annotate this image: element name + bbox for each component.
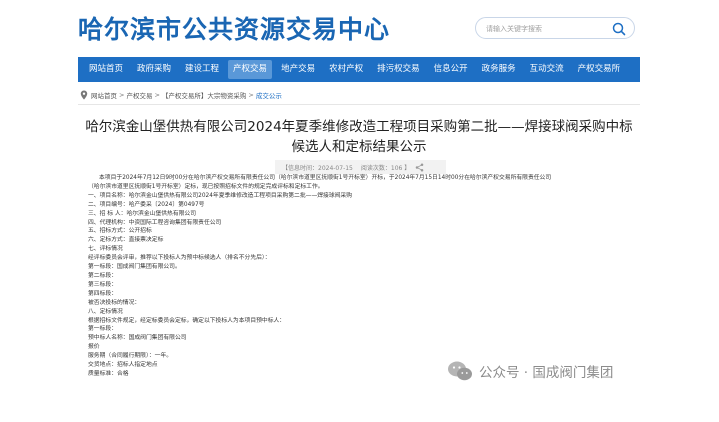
breadcrumb-bulk-procurement[interactable]: 【产权交易所】大宗物资采购 bbox=[162, 90, 247, 100]
article-line: 第一标段：国成阀门集团有限公司。 bbox=[88, 264, 181, 271]
nav-item-property-trading[interactable]: 产权交易 bbox=[228, 60, 273, 79]
main-nav: 网站首页 政府采购 建设工程 产权交易 地产交易 农村产权 排污权交易 信息公开… bbox=[78, 57, 640, 82]
site-title[interactable]: 哈尔滨市公共资源交易中心 bbox=[78, 10, 390, 46]
nav-item-land-trading[interactable]: 地产交易 bbox=[276, 60, 320, 79]
breadcrumb-separator: > bbox=[119, 91, 125, 99]
article-line: 三、招 标 人：哈尔滨金山堡供热有限公司 bbox=[88, 210, 197, 217]
article-line: 一、项目名称：哈尔滨金山堡供热有限公司2024年夏季维修改造工程项目采购第二批—… bbox=[88, 192, 353, 199]
article-line: （哈尔滨市道里区抚顺街1号开标室）定标，现已按照招标文件的规定完成评标和定标工作… bbox=[88, 183, 324, 190]
nav-item-construction[interactable]: 建设工程 bbox=[180, 60, 224, 79]
watermark-text: 公众号 · 国成阀门集团 bbox=[479, 365, 614, 381]
article-line: 根据招标文件规定，经定标委员会定标，确定以下投标人为本项目预中标人： bbox=[88, 317, 286, 324]
article-body: 本项目于2024年7月12日9时00分在哈尔滨产权交易所有限责任公司（哈尔滨市道… bbox=[88, 174, 638, 379]
nav-item-emission-trading[interactable]: 排污权交易 bbox=[372, 60, 425, 79]
article-line: 被否决投标的情况： bbox=[88, 299, 141, 306]
nav-item-rural-property[interactable]: 农村产权 bbox=[324, 60, 368, 79]
article-line: 八、定标情况 bbox=[88, 308, 123, 315]
breadcrumb-separator: > bbox=[248, 91, 254, 99]
article-line: 第三标段： bbox=[88, 281, 117, 288]
breadcrumb-home[interactable]: 网站首页 bbox=[91, 90, 117, 100]
article-meta: 【信息时间：2024-07-15 阅读次数：106 】 bbox=[275, 160, 446, 174]
article-line: 第二标段： bbox=[88, 272, 117, 279]
search-box bbox=[475, 17, 635, 39]
article-line: 七、评标情况 bbox=[88, 246, 123, 253]
article-line: 五、招标方式：公开招标 bbox=[88, 228, 152, 235]
nav-item-property-exchange[interactable]: 产权交易所 bbox=[573, 60, 626, 79]
publish-date: 【信息时间：2024-07-15 bbox=[282, 164, 353, 172]
article-line: 本项目于2024年7月12日9时00分在哈尔滨产权交易所有限责任公司（哈尔滨市道… bbox=[99, 175, 552, 181]
article-line: 第四标段： bbox=[88, 290, 117, 297]
breadcrumb-current[interactable]: 成交公示 bbox=[256, 90, 282, 100]
share-icon[interactable] bbox=[415, 163, 424, 172]
breadcrumb: 网站首页 > 产权交易 > 【产权交易所】大宗物资采购 > 成交公示 bbox=[80, 89, 282, 101]
article-title-line-2: 候选人和定标结果公示 bbox=[291, 139, 427, 155]
article-line: 二、项目编号：哈产委采〔2024〕第0497号 bbox=[88, 201, 205, 208]
article-line: 四、代理机构：中资国际工程咨询集团有限责任公司 bbox=[88, 219, 222, 226]
nav-item-gov-services[interactable]: 政务服务 bbox=[477, 60, 521, 79]
article-line: 预中标人名称：国成阀门集团有限公司 bbox=[88, 335, 187, 342]
article-line: 六、定标方式：直接票决定标 bbox=[88, 237, 164, 244]
breadcrumb-separator: > bbox=[154, 91, 160, 99]
site-header: 哈尔滨市公共资源交易中心 bbox=[0, 0, 719, 56]
view-count: 阅读次数：106 】 bbox=[360, 164, 411, 172]
article-title-line-1: 哈尔滨金山堡供热有限公司2024年夏季维修改造工程项目采购第二批——焊接球阀采购… bbox=[85, 119, 633, 135]
search-input[interactable] bbox=[486, 21, 604, 36]
article-line: 经评标委员会评审，推荐以下投标人为预中标候选人（排名不分先后）： bbox=[88, 255, 271, 262]
wechat-watermark: 公众号 · 国成阀门集团 bbox=[447, 357, 613, 385]
nav-item-interaction[interactable]: 互动交流 bbox=[525, 60, 569, 79]
search-icon[interactable] bbox=[611, 21, 627, 37]
nav-item-home[interactable]: 网站首页 bbox=[84, 60, 128, 79]
article-line: 报价 bbox=[88, 344, 100, 351]
nav-item-info-disclosure[interactable]: 信息公开 bbox=[429, 60, 473, 79]
breadcrumb-property-trading[interactable]: 产权交易 bbox=[126, 90, 152, 100]
wechat-icon bbox=[448, 361, 472, 381]
divider bbox=[78, 104, 640, 105]
nav-item-gov-procurement[interactable]: 政府采购 bbox=[132, 60, 176, 79]
article-line: 第一标段： bbox=[88, 326, 117, 333]
article-title: 哈尔滨金山堡供热有限公司2024年夏季维修改造工程项目采购第二批——焊接球阀采购… bbox=[78, 117, 640, 157]
location-pin-icon bbox=[80, 90, 88, 100]
